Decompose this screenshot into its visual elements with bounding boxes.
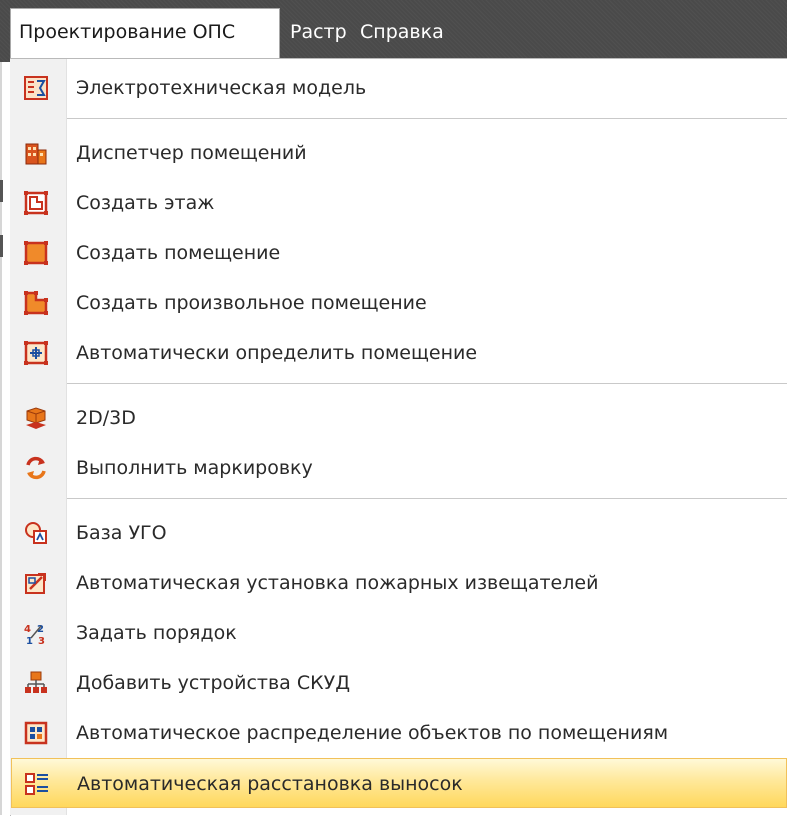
svg-text:3: 3 bbox=[38, 636, 45, 646]
menu-item-set-order[interactable]: 4 2 1 3 Задать порядок bbox=[11, 608, 787, 658]
menu-item-label: База УГО bbox=[76, 522, 167, 544]
menu-item-label: Автоматическая расстановка выносок bbox=[77, 773, 463, 795]
create-room-icon bbox=[24, 241, 48, 265]
fire-detector-placement-icon bbox=[25, 573, 46, 594]
menu-item-label: Диспетчер помещений bbox=[76, 142, 307, 164]
access-control-icon bbox=[25, 671, 47, 693]
menu-item-marking[interactable]: Выполнить маркировку bbox=[11, 443, 787, 493]
edge-marker bbox=[0, 180, 3, 202]
menubar-item-raster[interactable]: Растр bbox=[282, 8, 355, 58]
callout-placement-icon bbox=[25, 773, 48, 795]
menu-separator bbox=[67, 498, 787, 499]
menu-item-create-custom-room[interactable]: Создать произвольное помещение bbox=[11, 278, 787, 328]
svg-text:4: 4 bbox=[24, 624, 31, 635]
menu-item-label: 2D/3D bbox=[76, 407, 136, 429]
menu-item-detect-room[interactable]: Автоматически определить помещение bbox=[11, 328, 787, 378]
menu-item-create-floor[interactable]: Создать этаж bbox=[11, 178, 787, 228]
create-custom-room-icon bbox=[24, 291, 48, 315]
view-2d3d-icon bbox=[26, 407, 46, 429]
menu-item-label: Добавить устройства СКУД bbox=[76, 672, 351, 694]
building-icon bbox=[25, 143, 47, 165]
menu-item-label: Создать произвольное помещение bbox=[76, 292, 427, 314]
menu-item-access-control[interactable]: Добавить устройства СКУД bbox=[11, 658, 787, 708]
menu-item-label: Электротехническая модель bbox=[76, 77, 367, 99]
symbol-database-icon bbox=[25, 522, 47, 544]
menubar-item-ops-design[interactable]: Проектирование ОПС bbox=[10, 8, 280, 58]
menu-item-label: Автоматически определить помещение bbox=[76, 342, 478, 364]
menu-item-create-room[interactable]: Создать помещение bbox=[11, 228, 787, 278]
menu-item-label: Задать порядок bbox=[76, 622, 237, 644]
create-floor-icon bbox=[24, 191, 48, 215]
menu-item-symbol-database[interactable]: База УГО bbox=[11, 508, 787, 558]
menu-item-label: Автоматическая установка пожарных извеща… bbox=[76, 572, 599, 594]
menu-bar: Проектирование ОПС Растр Справка bbox=[0, 0, 787, 62]
menu-item-label: Автоматическое распределение объектов по… bbox=[76, 722, 669, 744]
menu-item-2d3d[interactable]: 2D/3D bbox=[11, 393, 787, 443]
menu-item-electrical-model[interactable]: Электротехническая модель bbox=[11, 63, 787, 113]
menu-item-label: Создать помещение bbox=[76, 242, 281, 264]
menu-item-room-manager[interactable]: Диспетчер помещений bbox=[11, 128, 787, 178]
menu-item-callout-placement[interactable]: Автоматическая расстановка выносок bbox=[11, 758, 787, 808]
marking-icon bbox=[26, 456, 46, 480]
menu-item-label: Создать этаж bbox=[76, 192, 215, 214]
menubar-item-help[interactable]: Справка bbox=[352, 8, 452, 58]
edge-marker bbox=[0, 235, 3, 257]
object-distribution-icon bbox=[24, 721, 48, 745]
menu-separator bbox=[67, 118, 787, 119]
menu-item-object-distribution[interactable]: Автоматическое распределение объектов по… bbox=[11, 708, 787, 758]
window-left-edge bbox=[0, 62, 2, 815]
detect-room-icon bbox=[24, 341, 48, 365]
electrical-model-icon bbox=[24, 76, 48, 100]
order-numbering-icon: 4 2 1 3 bbox=[24, 624, 45, 646]
menu-item-label: Выполнить маркировку bbox=[76, 457, 313, 479]
menu-item-fire-detector-placement[interactable]: Автоматическая установка пожарных извеща… bbox=[11, 558, 787, 608]
menu-separator bbox=[67, 383, 787, 384]
